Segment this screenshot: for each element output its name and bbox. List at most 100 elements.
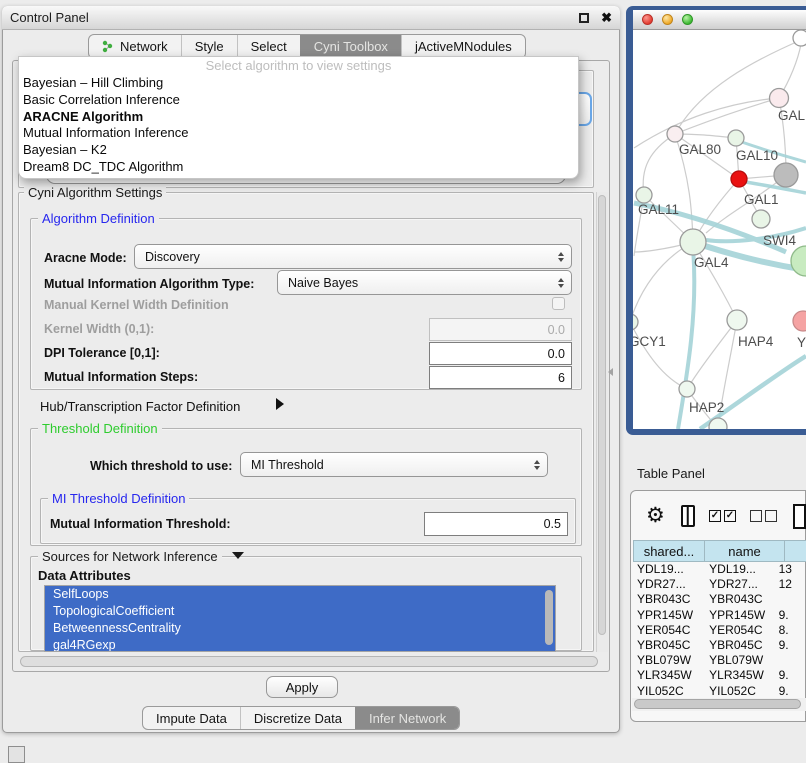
network-node-gcy1[interactable] [633, 314, 638, 330]
network-window-titlebar[interactable] [633, 10, 806, 30]
node-label: GAL [778, 108, 806, 123]
tab-cyni-toolbox[interactable]: Cyni Toolbox [300, 35, 401, 58]
table-row[interactable]: YDL19... YDL19... 13 [633, 562, 806, 577]
kernel-width-field[interactable]: 0.0 [429, 318, 572, 341]
tab-discretize-data[interactable]: Discretize Data [240, 707, 355, 729]
close-icon[interactable]: ✖ [601, 13, 612, 23]
network-node-gal11[interactable] [636, 187, 652, 203]
manual-kernel-width-checkbox[interactable] [552, 297, 565, 310]
list-scrollbar-thumb[interactable] [545, 590, 553, 645]
tab-style[interactable]: Style [181, 35, 237, 58]
table-row[interactable]: YDR27... YDR27... 12 [633, 577, 806, 592]
network-node[interactable] [793, 30, 806, 46]
dropdown-item[interactable]: Bayesian – Hill Climbing [19, 75, 578, 92]
expand-right-icon[interactable] [276, 398, 284, 410]
zoom-traffic-light-icon[interactable] [682, 14, 693, 25]
threshold-definition-title: Threshold Definition [38, 422, 162, 435]
network-node-gal10[interactable] [728, 130, 744, 146]
settings-horizontal-scrollbar-thumb[interactable] [20, 656, 598, 667]
tab-jactivemnodules[interactable]: jActiveMNodules [401, 35, 525, 58]
dpi-tolerance-label: DPI Tolerance [0,1]: [44, 346, 160, 360]
list-item[interactable]: TopologicalCoefficient [45, 603, 555, 620]
node-label: GAL11 [638, 202, 679, 217]
minimized-panel-icon[interactable] [8, 746, 25, 763]
list-item[interactable]: gal4RGexp [45, 637, 555, 652]
dropdown-item-selected[interactable]: ARACNE Algorithm [19, 109, 578, 126]
table-row[interactable]: YPR145W YPR145W 9. [633, 608, 806, 623]
network-node-gal80[interactable] [667, 126, 683, 142]
select-all-checkboxes-icon[interactable]: ✓✓ [709, 510, 736, 522]
settings-vertical-scrollbar-thumb[interactable] [598, 195, 606, 635]
mi-algorithm-type-combo[interactable]: Naive Bayes [277, 270, 572, 295]
node-label: HAP4 [738, 334, 774, 349]
dpi-tolerance-field[interactable]: 0.0 [429, 342, 572, 365]
network-node-gal4[interactable] [680, 229, 706, 255]
sources-title[interactable]: Sources for Network Inference [38, 550, 222, 563]
table-toolbar: ⚙ ✓✓ [632, 492, 806, 540]
apply-button[interactable]: Apply [266, 676, 338, 698]
panel-divider-handle[interactable] [608, 368, 613, 376]
table-body[interactable]: YDL19... YDL19... 13 YDR27... YDR27... 1… [633, 562, 806, 698]
node-label: SWI4 [763, 233, 796, 248]
network-node[interactable] [791, 246, 806, 276]
export-table-icon[interactable] [793, 504, 806, 529]
float-window-icon[interactable] [579, 13, 589, 23]
column-header-partial[interactable] [785, 540, 806, 562]
table-row[interactable]: YBR045C YBR045C 9. [633, 638, 806, 653]
close-traffic-light-icon[interactable] [642, 14, 653, 25]
dropdown-item[interactable]: Dream8 DC_TDC Algorithm [19, 159, 578, 176]
dropdown-item[interactable]: Bayesian – K2 [19, 142, 578, 159]
table-row[interactable]: YLR345W YLR345W 9. [633, 668, 806, 683]
network-canvas[interactable]: GAL GAL80 GAL10 GAL1 GAL11 SWI4 GAL4 GCY… [633, 30, 806, 429]
node-label: Y [797, 335, 806, 350]
mi-algorithm-type-label: Mutual Information Algorithm Type: [44, 277, 254, 291]
mi-steps-field[interactable]: 6 [429, 366, 572, 389]
network-node-hap2[interactable] [679, 381, 695, 397]
dropdown-item[interactable]: Mutual Information Inference [19, 125, 578, 142]
tab-infer-network[interactable]: Infer Network [355, 707, 459, 729]
algorithm-dropdown-placeholder: Select algorithm to view settings [19, 57, 578, 75]
tab-network[interactable]: Network [89, 35, 181, 58]
table-row[interactable]: YIL052C YIL052C 9. [633, 684, 806, 699]
control-panel-titlebar[interactable]: Control Panel ✖ [2, 6, 620, 30]
mi-threshold-field[interactable]: 0.5 [424, 512, 568, 536]
table-row[interactable]: YBR043C YBR043C [633, 592, 806, 607]
network-node-swi4[interactable] [752, 210, 770, 228]
dropdown-item[interactable]: Basic Correlation Inference [19, 92, 578, 109]
list-item[interactable]: SelfLoops [45, 586, 555, 603]
network-graph: GAL GAL80 GAL10 GAL1 GAL11 SWI4 GAL4 GCY… [633, 30, 806, 429]
network-node-hap4[interactable] [727, 310, 747, 330]
network-node-gray[interactable] [774, 163, 798, 187]
network-node[interactable] [770, 89, 789, 108]
network-node-pink[interactable] [793, 311, 806, 331]
control-panel-title: Control Panel [10, 10, 579, 25]
tab-impute-data[interactable]: Impute Data [143, 707, 240, 729]
stepper-arrows-icon [534, 460, 540, 470]
gear-icon[interactable]: ⚙ [646, 506, 665, 526]
network-node-gal1-selected[interactable] [731, 171, 747, 187]
hub-definition-toggle[interactable]: Hub/Transcription Factor Definition [40, 399, 240, 414]
node-label: HAP2 [689, 400, 724, 415]
cyni-bottom-tabbar: Impute Data Discretize Data Infer Networ… [142, 706, 460, 730]
column-header-shared-name[interactable]: shared... [633, 540, 705, 562]
table-row[interactable]: YER054C YER054C 8. [633, 623, 806, 638]
table-row[interactable]: YBL079W YBL079W [633, 653, 806, 668]
columns-icon[interactable] [681, 505, 695, 527]
table-panel-title: Table Panel [637, 466, 705, 481]
mi-steps-label: Mutual Information Steps: [44, 370, 198, 384]
list-item[interactable]: BetweennessCentrality [45, 620, 555, 637]
stepper-arrows-icon [558, 252, 564, 262]
minimize-traffic-light-icon[interactable] [662, 14, 673, 25]
data-attributes-label: Data Attributes [38, 568, 131, 583]
table-horizontal-scrollbar-thumb[interactable] [634, 699, 801, 709]
data-attributes-list[interactable]: SelfLoops TopologicalCoefficient Between… [44, 585, 556, 652]
column-header-name[interactable]: name [705, 540, 785, 562]
aracne-mode-combo[interactable]: Discovery [134, 244, 572, 269]
tab-network-label: Network [120, 39, 168, 54]
tab-select[interactable]: Select [237, 35, 300, 58]
collapse-down-icon[interactable] [232, 552, 244, 559]
node-label: GAL4 [694, 255, 729, 270]
aracne-mode-label: Aracne Mode: [44, 251, 127, 265]
which-threshold-combo[interactable]: MI Threshold [240, 452, 548, 477]
deselect-all-checkboxes-icon[interactable] [750, 510, 777, 522]
